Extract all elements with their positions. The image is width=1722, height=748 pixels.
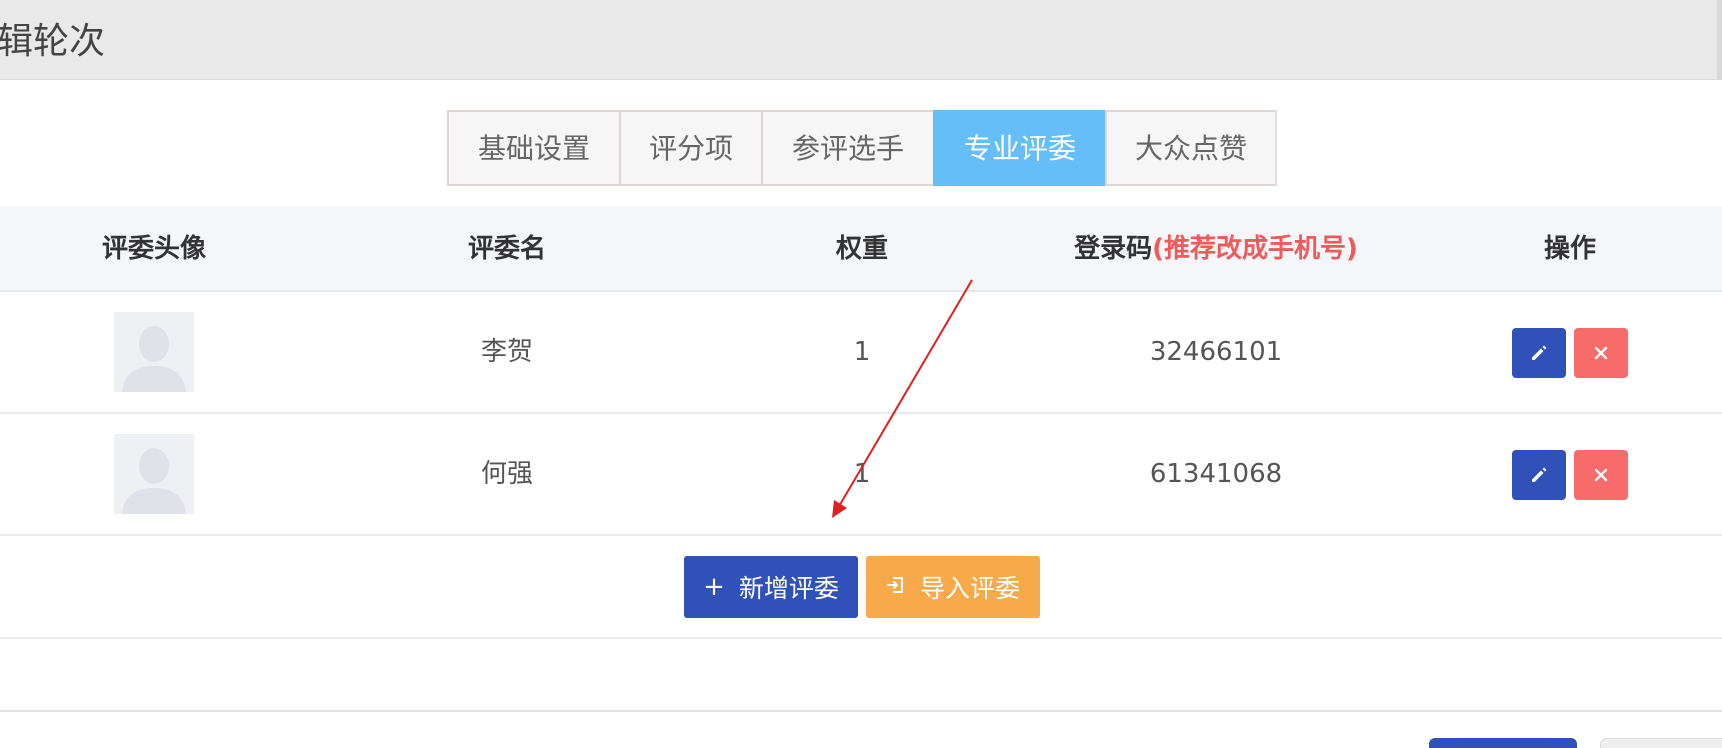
close-icon [1594,468,1608,482]
import-icon [886,572,906,602]
tab-scoring-items[interactable]: 评分项 [619,110,761,186]
import-judges-label: 导入评委 [919,574,1020,603]
import-judges-button[interactable]: 导入评委 [866,556,1040,618]
table-actions: + 新增评委 导入评委 [0,536,1722,639]
tab-contestants[interactable]: 参评选手 [761,110,933,186]
tab-professional-judges[interactable]: 专业评委 [933,110,1105,186]
judge-weight: 1 [853,337,871,367]
add-judge-label: 新增评委 [738,574,839,603]
tab-bar: 基础设置 评分项 参评选手 专业评委 大众点赞 [447,110,1277,186]
tab-public-likes[interactable]: 大众点赞 [1105,110,1277,186]
footer-primary-button[interactable] [1429,738,1577,748]
column-header-weight: 权重 [835,234,888,264]
table-header: 评委头像 评委名 权重 登录码(推荐改成手机号) 操作 [0,206,1722,292]
edit-judge-button[interactable] [1512,328,1566,378]
delete-judge-button[interactable] [1574,328,1628,378]
judge-name: 李贺 [480,337,533,367]
judge-name: 何强 [480,459,533,489]
footer-divider [0,710,1722,712]
table-row: 何强 1 61341068 [0,414,1722,536]
add-judge-button[interactable]: + 新增评委 [684,556,858,618]
column-header-code: 登录码(推荐改成手机号) [1066,206,1366,292]
scrollbar[interactable] [1717,0,1722,80]
edit-judge-button[interactable] [1512,450,1566,500]
plus-icon: + [703,572,725,602]
delete-judge-button[interactable] [1574,450,1628,500]
close-icon [1594,346,1608,360]
page-title: 辑轮次 [0,21,106,62]
column-header-code-note: (推荐改成手机号) [1152,234,1358,264]
judge-login-code: 32466101 [1149,337,1283,367]
column-header-name: 评委名 [467,234,546,264]
judge-weight: 1 [853,459,871,489]
footer-secondary-button[interactable] [1600,738,1722,748]
avatar-placeholder-icon [114,434,194,514]
pencil-icon [1532,467,1547,482]
table-row: 李贺 1 32466101 [0,292,1722,414]
column-header-code-label: 登录码 [1074,234,1153,264]
avatar-placeholder-icon [114,312,194,392]
column-header-ops: 操作 [1543,234,1596,264]
judge-login-code: 61341068 [1149,459,1283,489]
tab-basic-settings[interactable]: 基础设置 [447,110,619,186]
page-header: 辑轮次 [0,0,1722,80]
pencil-icon [1532,345,1547,360]
column-header-avatar: 评委头像 [101,234,206,264]
